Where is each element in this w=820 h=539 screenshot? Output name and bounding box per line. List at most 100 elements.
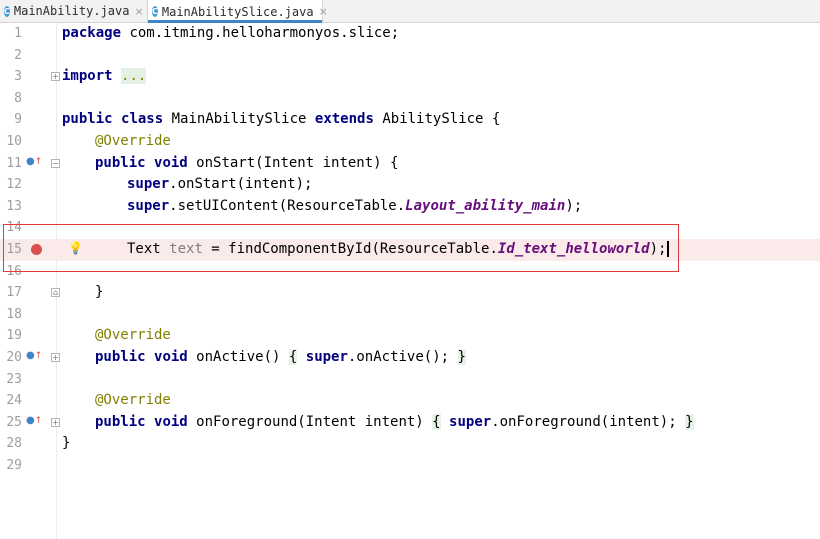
override-method-icon[interactable]: ●↑ — [26, 350, 42, 361]
keyword: extends — [314, 111, 374, 128]
code-text: super.onStart(intent); — [127, 174, 312, 196]
code-text: public void onStart(Intent intent) { — [95, 153, 398, 175]
folded-brace: } — [457, 349, 466, 365]
static-field: Layout_ability_main — [405, 197, 566, 214]
code-text: @Override — [95, 390, 171, 412]
line-number: 18 — [6, 306, 22, 322]
code-line-9: 9 public class MainAbilitySlice extends … — [0, 109, 820, 131]
tab-label: MainAbility.java — [13, 4, 130, 18]
code-line-23: 23 — [0, 369, 820, 391]
keyword: import — [62, 68, 113, 85]
code-text: package com.itming.helloharmonyos.slice; — [62, 23, 399, 45]
code-token: .onStart(intent); — [169, 176, 313, 193]
code-text: super.setUIContent(ResourceTable.Layout_… — [127, 196, 582, 218]
fold-expand-icon[interactable]: + — [51, 72, 60, 82]
line-number: 29 — [6, 458, 22, 473]
code-editor[interactable]: 1 package com.itming.helloharmonyos.slic… — [0, 23, 820, 539]
folded-imports[interactable]: ... — [121, 68, 147, 85]
line-number: 3 — [14, 69, 22, 85]
line-number: 24 — [6, 393, 22, 409]
code-line-3: 3 + import ... — [0, 66, 820, 88]
line-number: 17 — [6, 285, 22, 301]
code-token: } — [62, 435, 71, 452]
code-text: } — [62, 433, 70, 455]
line-number: 9 — [14, 112, 22, 128]
highlight-annotation-box — [3, 224, 679, 272]
line-number: 11 — [6, 155, 22, 171]
code-text: public void onActive() { super.onActive(… — [95, 347, 466, 369]
override-method-icon[interactable]: ●↑ — [26, 156, 42, 167]
line-number: 23 — [6, 371, 22, 387]
code-line-18: 18 — [0, 304, 820, 326]
keyword: public — [62, 111, 113, 128]
keyword: void — [154, 349, 188, 365]
line-number: 2 — [14, 47, 22, 63]
code-line-20: 20 ●↑ + public void onActive() { super.o… — [0, 347, 820, 369]
java-class-icon: C — [4, 5, 10, 17]
close-icon[interactable]: × — [134, 5, 143, 18]
code-token: MainAbilitySlice — [163, 111, 315, 128]
code-token: } — [95, 284, 104, 301]
line-number: 19 — [6, 328, 22, 344]
code-token: AbilitySlice { — [373, 111, 501, 128]
code-line-8: 8 — [0, 88, 820, 110]
keyword: super — [449, 413, 492, 430]
keyword: void — [154, 413, 188, 430]
line-number: 20 — [6, 350, 22, 365]
fold-expand-icon[interactable]: + — [51, 353, 60, 362]
code-text: public class MainAbilitySlice extends Ab… — [62, 109, 500, 131]
line-number: 25 — [6, 414, 22, 430]
code-line-13: 13 super.setUIContent(ResourceTable.Layo… — [0, 196, 820, 218]
fold-expand-icon[interactable]: + — [51, 417, 60, 427]
folded-brace: } — [685, 413, 694, 430]
keyword: public — [95, 349, 146, 365]
code-text: } — [95, 282, 103, 304]
keyword: public — [95, 154, 146, 171]
code-line-10: 10 @Override — [0, 131, 820, 153]
code-text: @Override — [95, 131, 171, 153]
line-number: 12 — [6, 177, 22, 193]
line-number: 10 — [6, 134, 22, 149]
code-line-24: 24 @Override — [0, 390, 820, 412]
code-token: .onActive(); — [347, 349, 458, 365]
override-method-icon[interactable]: ●↑ — [26, 415, 42, 426]
code-line-1: 1 package com.itming.helloharmonyos.slic… — [0, 23, 820, 45]
keyword: public — [95, 413, 146, 430]
code-token: ); — [565, 197, 583, 214]
keyword: class — [121, 111, 164, 128]
keyword: super — [127, 197, 170, 214]
fold-end-icon[interactable]: ⌂ — [51, 288, 60, 298]
code-line-28: 28 } — [0, 433, 820, 455]
code-text: @Override — [95, 325, 171, 347]
code-text: public void onForeground(Intent intent) … — [95, 412, 694, 434]
keyword: super — [305, 349, 348, 365]
annotation: @Override — [95, 327, 171, 344]
close-icon[interactable]: × — [319, 5, 328, 18]
code-text: import ... — [62, 66, 147, 88]
fold-collapse-icon[interactable]: − — [51, 158, 60, 168]
code-token: onActive() — [187, 349, 289, 365]
java-class-icon: C — [152, 6, 158, 17]
line-number: 28 — [6, 436, 22, 452]
code-line-17: 17 ⌂ } — [0, 282, 820, 304]
tab-mainabilityslice-java[interactable]: C MainAbilitySlice.java × — [147, 0, 328, 23]
code-line-29: 29 — [0, 455, 820, 477]
code-line-19: 19 @Override — [0, 325, 820, 347]
annotation: @Override — [95, 392, 171, 409]
code-line-11: 11 ●↑ − public void onStart(Intent inten… — [0, 153, 820, 175]
code-token: .onForeground(intent); — [491, 413, 686, 430]
code-line-25: 25 ●↑ + public void onForeground(Intent … — [0, 412, 820, 434]
tab-mainability-java[interactable]: C MainAbility.java × — [0, 0, 146, 22]
keyword: void — [154, 154, 188, 171]
line-number: 1 — [14, 26, 22, 41]
annotation: @Override — [95, 133, 171, 149]
line-number: 13 — [6, 198, 22, 214]
folded-brace: { — [432, 413, 441, 430]
